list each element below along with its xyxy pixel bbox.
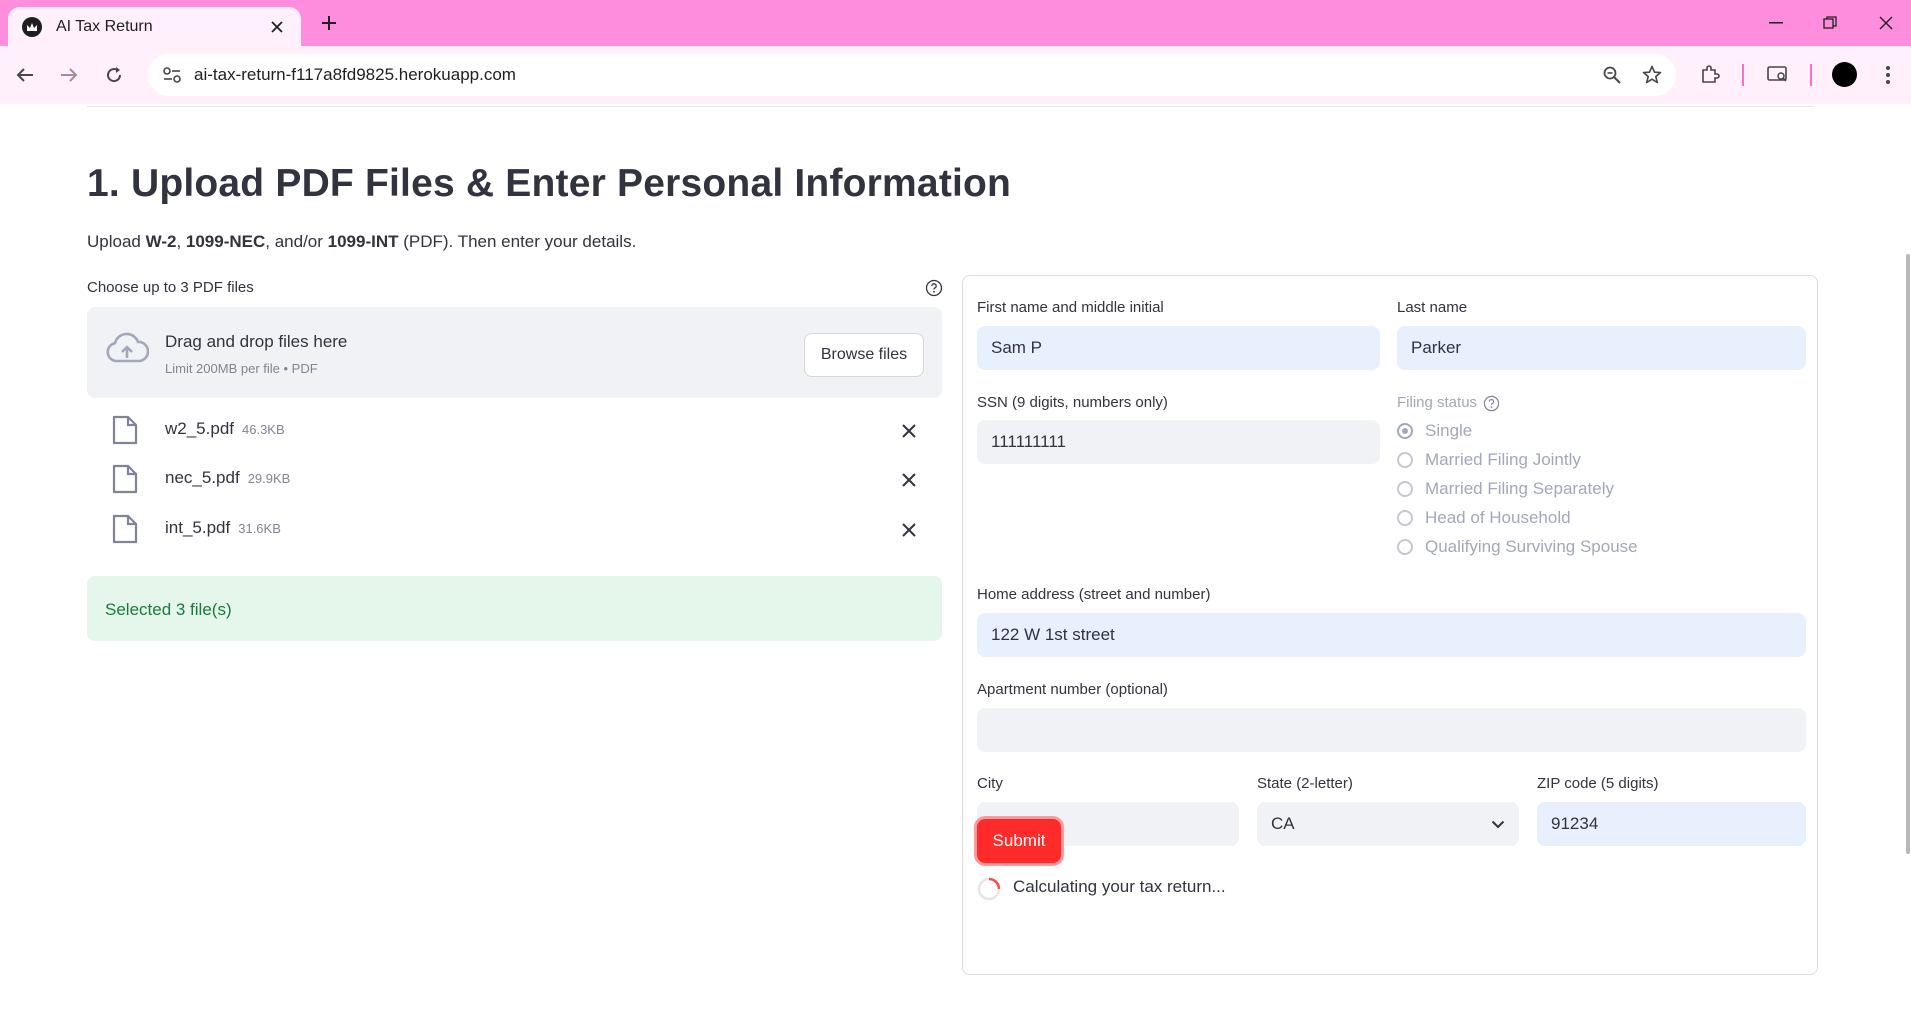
file-name-and-size: w2_5.pdf 46.3KB	[165, 419, 285, 438]
url-text: ai-tax-return-f117a8fd9825.herokuapp.com	[194, 65, 516, 84]
browser-tab-bar: AI Tax Return	[0, 0, 1911, 46]
browser-tab[interactable]: AI Tax Return	[8, 7, 301, 46]
file-icon	[112, 415, 138, 445]
reload-icon[interactable]	[99, 60, 129, 90]
first-name-label: First name and middle initial	[977, 299, 1164, 316]
restore-icon[interactable]	[1810, 8, 1850, 38]
zoom-icon[interactable]	[1596, 59, 1628, 91]
file-size: 29.9KB	[247, 471, 291, 486]
address-bar[interactable]: ai-tax-return-f117a8fd9825.herokuapp.com	[148, 54, 1676, 96]
last-name-label: Last name	[1397, 299, 1468, 316]
ssn-input[interactable]: 111111111	[977, 420, 1380, 464]
first-name-input[interactable]: Sam P	[977, 326, 1380, 370]
file-name-and-size: int_5.pdf 31.6KB	[165, 518, 281, 537]
uploaded-file-row: w2_5.pdf 46.3KB	[87, 411, 942, 451]
browse-files-button[interactable]: Browse files	[804, 333, 924, 377]
filing-status-option-married-separately[interactable]: Married Filing Separately	[1397, 478, 1614, 500]
filing-status-option-surviving-spouse[interactable]: Qualifying Surviving Spouse	[1397, 536, 1638, 558]
tab-title: AI Tax Return	[56, 17, 153, 35]
filing-status-label: Filing status	[1397, 394, 1478, 411]
dropzone-title: Drag and drop files here	[165, 332, 348, 351]
help-icon[interactable]	[1483, 395, 1500, 412]
uploaded-file-row: int_5.pdf 31.6KB	[87, 510, 942, 550]
radio-selected-icon	[1397, 423, 1413, 439]
close-window-icon[interactable]	[1866, 8, 1906, 38]
zip-label: ZIP code (5 digits)	[1537, 775, 1659, 792]
state-select[interactable]: CA	[1257, 802, 1519, 846]
app-favicon-icon	[22, 16, 42, 37]
page-viewport: 1. Upload PDF Files & Enter Personal Inf…	[0, 104, 1911, 1013]
remove-file-icon[interactable]	[897, 419, 921, 443]
state-label: State (2-letter)	[1257, 775, 1353, 792]
upload-success-alert: Selected 3 file(s)	[87, 576, 942, 641]
remove-file-icon[interactable]	[897, 468, 921, 492]
radio-icon	[1397, 539, 1413, 555]
chevron-down-icon	[1491, 820, 1505, 828]
file-size: 46.3KB	[242, 422, 285, 437]
ssn-label: SSN (9 digits, numbers only)	[977, 394, 1168, 411]
radio-icon	[1397, 452, 1413, 468]
file-dropzone[interactable]: Drag and drop files here Limit 200MB per…	[87, 307, 942, 398]
extensions-icon[interactable]	[1694, 59, 1726, 91]
profile-avatar[interactable]	[1832, 62, 1857, 87]
toolbar-separator	[1810, 64, 1812, 86]
filing-status-option-married-jointly[interactable]: Married Filing Jointly	[1397, 449, 1581, 471]
remove-file-icon[interactable]	[897, 518, 921, 542]
address-input[interactable]: 122 W 1st street	[977, 613, 1806, 657]
file-size: 31.6KB	[238, 521, 281, 536]
calculating-status: Calculating your tax return...	[1013, 877, 1226, 896]
forward-icon[interactable]	[54, 60, 84, 90]
browser-menu-icon[interactable]	[1872, 59, 1904, 91]
filing-status-option-head-of-household[interactable]: Head of Household	[1397, 507, 1571, 529]
personal-info-form: First name and middle initial Sam P Last…	[962, 275, 1818, 975]
new-tab-icon[interactable]	[316, 10, 342, 36]
browser-toolbar: ai-tax-return-f117a8fd9825.herokuapp.com	[0, 46, 1911, 104]
zip-input[interactable]: 91234	[1537, 802, 1806, 846]
radio-icon	[1397, 481, 1413, 497]
state-selected-value: CA	[1271, 814, 1295, 833]
filing-status-option-single[interactable]: Single	[1397, 420, 1472, 442]
last-name-input[interactable]: Parker	[1397, 326, 1806, 370]
minimize-icon[interactable]	[1756, 8, 1796, 38]
cast-search-icon[interactable]	[1762, 59, 1794, 91]
intro-text: Upload W-2, 1099-NEC, and/or 1099-INT (P…	[87, 232, 637, 251]
success-message: Selected 3 file(s)	[105, 600, 232, 619]
file-name-and-size: nec_5.pdf 29.9KB	[165, 468, 291, 487]
loading-spinner-icon	[977, 877, 1001, 901]
radio-icon	[1397, 510, 1413, 526]
help-icon[interactable]	[925, 279, 943, 297]
uploaded-file-row: nec_5.pdf 29.9KB	[87, 460, 942, 500]
uploader-label: Choose up to 3 PDF files	[87, 279, 254, 296]
site-settings-icon[interactable]	[158, 61, 186, 89]
submit-button[interactable]: Submit	[977, 819, 1061, 863]
city-label: City	[977, 775, 1003, 792]
bookmark-star-icon[interactable]	[1636, 59, 1668, 91]
file-icon	[112, 514, 138, 544]
file-icon	[112, 464, 138, 494]
divider	[87, 106, 1813, 107]
dropzone-limit: Limit 200MB per file • PDF	[165, 361, 318, 376]
page-title: 1. Upload PDF Files & Enter Personal Inf…	[87, 162, 1012, 205]
cloud-upload-icon	[106, 332, 149, 363]
page-scrollbar[interactable]	[1905, 104, 1911, 1013]
apartment-input[interactable]	[977, 708, 1806, 752]
address-label: Home address (street and number)	[977, 586, 1211, 603]
toolbar-separator	[1742, 64, 1744, 86]
apartment-label: Apartment number (optional)	[977, 681, 1168, 698]
back-icon[interactable]	[10, 60, 40, 90]
scrollbar-thumb[interactable]	[1906, 254, 1910, 854]
close-tab-icon[interactable]	[267, 17, 287, 37]
